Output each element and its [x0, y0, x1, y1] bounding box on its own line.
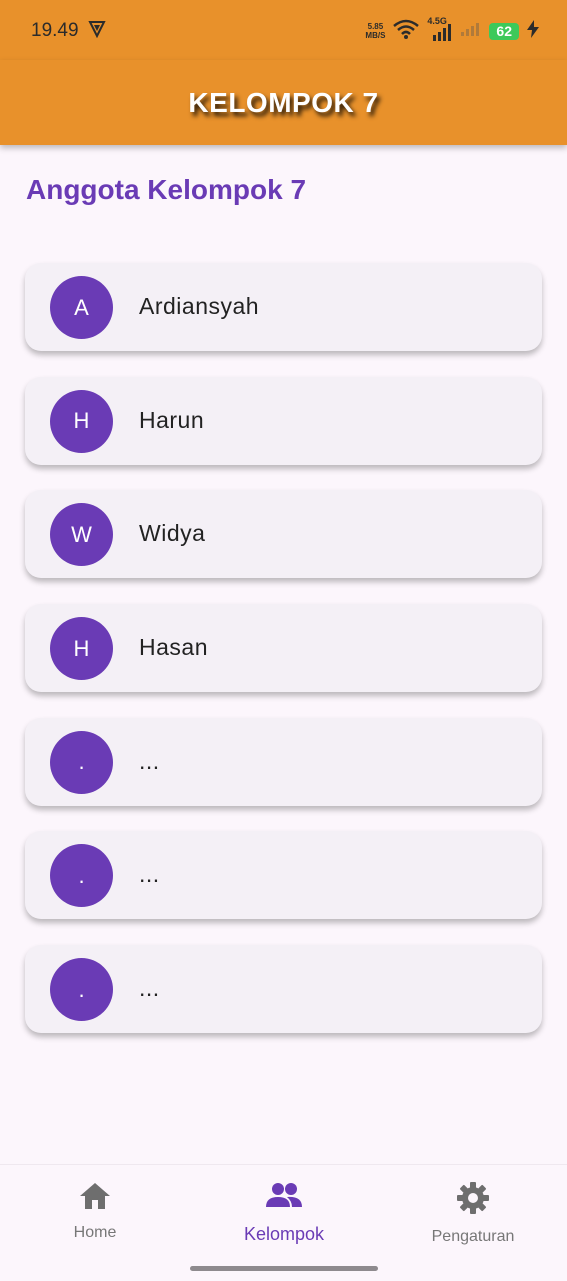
- avatar: H: [50, 389, 113, 453]
- member-name: Widya: [139, 520, 206, 547]
- avatar: H: [50, 617, 113, 681]
- member-card[interactable]: A Ardiansyah: [25, 263, 542, 351]
- status-time: 19.49: [31, 20, 79, 41]
- member-name: Harun: [139, 406, 205, 433]
- cellular-signal-icon: 4.5G: [427, 16, 453, 42]
- member-card[interactable]: H Harun: [25, 376, 542, 465]
- member-name: ...: [139, 861, 160, 888]
- avatar: W: [50, 503, 113, 567]
- member-name: Hasan: [139, 634, 208, 661]
- network-speed-unit: MB/S: [365, 31, 386, 40]
- network-speed-value: 5.85: [367, 22, 384, 31]
- nav-label-pengaturan: Pengaturan: [431, 1228, 515, 1245]
- avatar: .: [50, 958, 113, 1022]
- bottom-navigation: Home Kelompok Pengaturan: [0, 1164, 567, 1281]
- member-name: ...: [139, 747, 160, 774]
- member-card[interactable]: H Hasan: [25, 604, 542, 693]
- avatar: .: [50, 844, 113, 908]
- avatar: A: [50, 276, 113, 339]
- charging-bolt-icon: [527, 19, 539, 43]
- section-title: Anggota Kelompok 7: [26, 174, 307, 205]
- nav-label-home: Home: [73, 1224, 117, 1241]
- network-speed: 5.85 MB/S: [365, 22, 385, 40]
- status-bar: 19.49 5.85 MB/S 4.5G 62: [0, 0, 567, 60]
- member-name: Ardiansyah: [139, 293, 260, 319]
- member-card[interactable]: . ...: [25, 717, 542, 806]
- member-name: ...: [139, 975, 160, 1002]
- group-icon: [265, 1181, 303, 1216]
- cellular-signal-2-icon: [461, 22, 481, 41]
- nav-item-kelompok[interactable]: Kelompok: [214, 1181, 354, 1245]
- member-list: A Ardiansyah H Harun W Widya H Hasan . .…: [25, 263, 542, 1059]
- gear-icon: [456, 1181, 490, 1220]
- app-bar: KELOMPOK 7: [0, 60, 567, 145]
- app-title: KELOMPOK 7: [188, 86, 379, 118]
- member-card[interactable]: . ...: [25, 945, 542, 1034]
- home-indicator[interactable]: [190, 1266, 378, 1271]
- member-card[interactable]: W Widya: [25, 490, 542, 579]
- nav-item-pengaturan[interactable]: Pengaturan: [403, 1181, 543, 1246]
- status-icons: 5.85 MB/S 4.5G 62: [365, 16, 539, 44]
- battery-indicator: 62: [489, 22, 519, 40]
- home-icon: [78, 1181, 112, 1216]
- network-type: 4.5G: [427, 16, 447, 26]
- member-card[interactable]: . ...: [25, 831, 542, 920]
- wifi-icon: [393, 19, 420, 44]
- nav-label-kelompok: Kelompok: [243, 1224, 325, 1244]
- avatar: .: [50, 730, 113, 794]
- nav-item-home[interactable]: Home: [25, 1181, 165, 1242]
- vpn-shield-icon: [88, 20, 106, 43]
